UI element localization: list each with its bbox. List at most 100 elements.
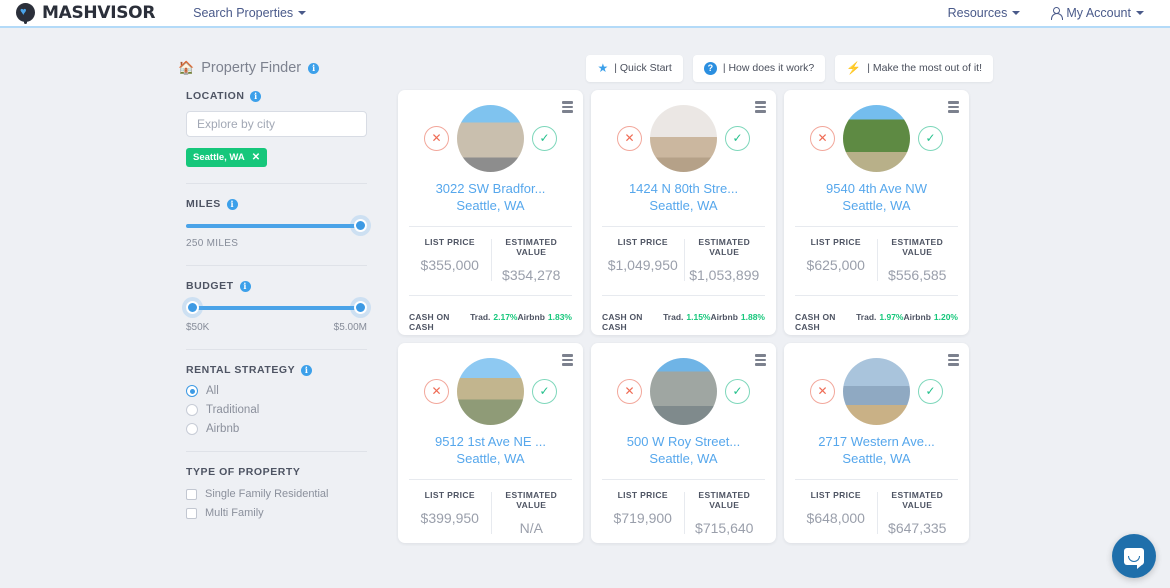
card-menu-icon[interactable] (755, 354, 766, 368)
reject-property-button[interactable]: ✕ (424, 126, 449, 151)
budget-slider-track (186, 306, 367, 310)
checkbox-multi-family[interactable]: Multi Family (186, 507, 376, 519)
estimated-value-value: N/A (491, 520, 573, 536)
accept-property-button[interactable]: ✓ (918, 126, 943, 151)
chat-launcher-button[interactable] (1112, 534, 1156, 578)
info-icon[interactable]: i (227, 199, 238, 210)
radio-rental-airbnb[interactable]: Airbnb (186, 423, 376, 435)
brand-logo[interactable]: ♥ MASHVISOR (16, 3, 155, 24)
property-city-link[interactable]: Seattle, WA (409, 450, 572, 467)
miles-value-caption: 250 MILES (186, 238, 376, 249)
property-thumbnail[interactable] (457, 105, 524, 172)
rental-strategy-label: RENTAL STRATEGY i (186, 364, 376, 376)
reject-property-button[interactable]: ✕ (617, 379, 642, 404)
list-price-value: $648,000 (795, 510, 877, 526)
card-menu-icon[interactable] (562, 354, 573, 368)
accept-property-button[interactable]: ✓ (725, 126, 750, 151)
property-thumbnail[interactable] (843, 105, 910, 172)
property-card[interactable]: ✕ ✓ 9512 1st Ave NE ... Seattle, WA LIST… (398, 343, 583, 543)
quick-start-button[interactable]: ★ | Quick Start (586, 55, 682, 82)
property-address-link[interactable]: 2717 Western Ave... (795, 433, 958, 450)
radio-icon[interactable] (186, 404, 198, 416)
list-price-label: LIST PRICE (795, 237, 877, 247)
search-input[interactable] (186, 111, 367, 137)
property-city-link[interactable]: Seattle, WA (795, 197, 958, 214)
card-menu-icon[interactable] (755, 101, 766, 115)
make-the-most-button[interactable]: ⚡ | Make the most out of it! (835, 55, 993, 82)
property-card[interactable]: ✕ ✓ 1424 N 80th Stre... Seattle, WA LIST… (591, 90, 776, 335)
property-city-link[interactable]: Seattle, WA (602, 450, 765, 467)
radio-icon-selected[interactable] (186, 385, 198, 397)
accept-property-button[interactable]: ✓ (532, 126, 557, 151)
budget-slider[interactable] (186, 301, 367, 315)
list-price-value: $355,000 (409, 257, 491, 273)
airbnb-value: 1.83% (548, 312, 572, 322)
budget-slider-handle-max[interactable] (354, 301, 367, 314)
property-card[interactable]: ✕ ✓ 3022 SW Bradfor... Seattle, WA LIST … (398, 90, 583, 335)
reject-property-button[interactable]: ✕ (424, 379, 449, 404)
cash-on-cash-row: CASH ON CASH Trad.1.97% Airbnb1.20% (795, 296, 958, 332)
how-does-it-work-button[interactable]: ? | How does it work? (693, 55, 825, 82)
info-icon[interactable]: i (308, 63, 319, 74)
close-icon[interactable]: ✕ (252, 152, 260, 163)
list-price-col: LIST PRICE $399,950 (409, 490, 491, 536)
reject-property-button[interactable]: ✕ (617, 126, 642, 151)
checkbox-icon[interactable] (186, 508, 197, 519)
accept-property-button[interactable]: ✓ (532, 379, 557, 404)
radio-icon[interactable] (186, 423, 198, 435)
property-city-link[interactable]: Seattle, WA (409, 197, 572, 214)
property-thumbnail[interactable] (650, 358, 717, 425)
property-address-block: 500 W Roy Street... Seattle, WA (602, 433, 765, 467)
property-address-link[interactable]: 9540 4th Ave NW (795, 180, 958, 197)
checkbox-icon[interactable] (186, 489, 197, 500)
property-thumbnail[interactable] (650, 105, 717, 172)
property-thumbnail[interactable] (457, 358, 524, 425)
card-menu-icon[interactable] (948, 354, 959, 368)
reject-property-button[interactable]: ✕ (810, 379, 835, 404)
property-address-link[interactable]: 3022 SW Bradfor... (409, 180, 572, 197)
property-city-link[interactable]: Seattle, WA (602, 197, 765, 214)
checkbox-single-family[interactable]: Single Family Residential (186, 488, 376, 500)
info-icon[interactable]: i (250, 91, 261, 102)
airbnb-value: 1.88% (741, 312, 765, 322)
question-mark-icon: ? (704, 62, 717, 75)
property-address-link[interactable]: 9512 1st Ave NE ... (409, 433, 572, 450)
nav-right-group: Resources My Account (948, 6, 1154, 20)
cash-on-cash-row: CASH ON CASH Trad.1.15% Airbnb1.88% (602, 296, 765, 332)
property-address-link[interactable]: 1424 N 80th Stre... (602, 180, 765, 197)
location-chip-seattle[interactable]: Seattle, WA ✕ (186, 148, 267, 167)
info-icon[interactable]: i (301, 365, 312, 376)
property-address-block: 9540 4th Ave NW Seattle, WA (795, 180, 958, 214)
nav-search-properties[interactable]: Search Properties (193, 6, 306, 20)
estimated-value-value: $354,278 (491, 267, 573, 283)
mashvisor-pin-icon: ♥ (16, 3, 35, 24)
accept-property-button[interactable]: ✓ (918, 379, 943, 404)
estimated-value-label: ESTIMATED VALUE (684, 490, 766, 510)
reject-property-button[interactable]: ✕ (810, 126, 835, 151)
estimated-value-value: $556,585 (877, 267, 959, 283)
card-top: ✕ ✓ (602, 356, 765, 426)
nav-my-account[interactable]: My Account (1050, 6, 1144, 20)
airbnb-label: Airbnb (518, 312, 545, 322)
radio-rental-all[interactable]: All (186, 385, 376, 397)
property-card[interactable]: ✕ ✓ 2717 Western Ave... Seattle, WA LIST… (784, 343, 969, 543)
property-card[interactable]: ✕ ✓ 9540 4th Ave NW Seattle, WA LIST PRI… (784, 90, 969, 335)
property-address-link[interactable]: 500 W Roy Street... (602, 433, 765, 450)
cash-on-cash-label: CASH ON CASH (409, 312, 470, 332)
accept-property-button[interactable]: ✓ (725, 379, 750, 404)
estimated-value-col: ESTIMATED VALUE $647,335 (877, 490, 959, 536)
card-menu-icon[interactable] (562, 101, 573, 115)
property-thumbnail[interactable] (843, 358, 910, 425)
nav-resources[interactable]: Resources (948, 6, 1021, 20)
info-icon[interactable]: i (240, 281, 251, 292)
radio-rental-traditional[interactable]: Traditional (186, 404, 376, 416)
budget-slider-handle-min[interactable] (186, 301, 199, 314)
miles-slider-handle[interactable] (354, 219, 367, 232)
cash-on-cash-row: CASH ON CASH Trad.2.17% Airbnb1.83% (409, 296, 572, 332)
property-card[interactable]: ✕ ✓ 500 W Roy Street... Seattle, WA LIST… (591, 343, 776, 543)
card-top: ✕ ✓ (795, 103, 958, 173)
location-filter-label: LOCATION i (186, 90, 376, 102)
property-city-link[interactable]: Seattle, WA (795, 450, 958, 467)
miles-slider[interactable] (186, 219, 367, 233)
card-menu-icon[interactable] (948, 101, 959, 115)
